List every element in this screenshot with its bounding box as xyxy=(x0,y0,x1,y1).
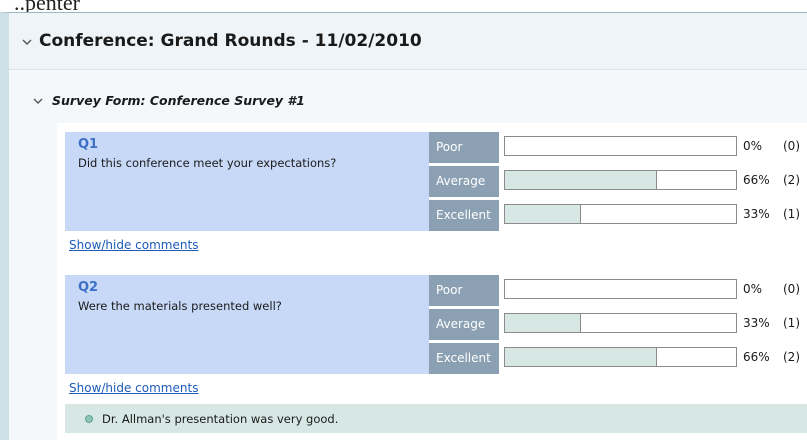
question-text: Did this conference meet your expectatio… xyxy=(78,156,337,170)
chevron-down-icon[interactable] xyxy=(32,95,44,107)
rating-percent: 66% xyxy=(743,173,770,187)
rating-row-excellent: Excellent 66% (2) xyxy=(429,343,807,374)
question-block-q2: Q2 Were the materials presented well? Po… xyxy=(65,275,807,374)
rating-count: (0) xyxy=(783,139,800,153)
question-number: Q2 xyxy=(78,280,99,295)
rating-bar xyxy=(504,313,737,333)
question-panel: Q1 Did this conference meet your expecta… xyxy=(65,132,429,231)
rating-bar xyxy=(504,136,737,156)
survey-title: Survey Form: Conference Survey #1 xyxy=(52,92,305,108)
rating-label: Average xyxy=(429,309,499,340)
conference-header[interactable]: Conference: Grand Rounds - 11/02/2010 xyxy=(9,13,807,70)
rating-percent: 0% xyxy=(743,139,763,153)
rating-row-average: Average 33% (1) xyxy=(429,309,807,340)
rating-label: Poor xyxy=(429,275,499,306)
rating-bar xyxy=(504,170,737,190)
rating-count: (0) xyxy=(783,282,800,296)
rating-label: Excellent xyxy=(429,200,499,231)
rating-bar xyxy=(504,347,737,367)
chevron-down-icon[interactable] xyxy=(21,36,33,48)
rating-label: Poor xyxy=(429,132,499,163)
rating-label: Average xyxy=(429,166,499,197)
question-block-q1: Q1 Did this conference meet your expecta… xyxy=(65,132,807,231)
comment-item: Dr. Allman's presentation was very good. xyxy=(65,404,807,433)
question-panel: Q2 Were the materials presented well? xyxy=(65,275,429,374)
rating-count: (2) xyxy=(783,350,800,364)
survey-body: Q1 Did this conference meet your expecta… xyxy=(57,123,807,440)
show-hide-comments-link-q2[interactable]: Show/hide comments xyxy=(69,381,198,395)
survey-header[interactable]: Survey Form: Conference Survey #1 xyxy=(32,86,305,114)
rating-percent: 66% xyxy=(743,350,770,364)
rating-bar-fill xyxy=(505,205,582,223)
rating-row-poor: Poor 0% (0) xyxy=(429,132,807,163)
rating-percent: 33% xyxy=(743,316,770,330)
partial-top-text: ..penter xyxy=(0,0,807,12)
conference-title: Conference: Grand Rounds - 11/02/2010 xyxy=(39,31,422,51)
show-hide-comments-link-q1[interactable]: Show/hide comments xyxy=(69,238,198,252)
rating-percent: 0% xyxy=(743,282,763,296)
question-number: Q1 xyxy=(78,137,99,152)
rating-percent: 33% xyxy=(743,207,770,221)
rating-row-excellent: Excellent 33% (1) xyxy=(429,200,807,231)
rating-count: (1) xyxy=(783,207,800,221)
rating-row-poor: Poor 0% (0) xyxy=(429,275,807,306)
rating-bar xyxy=(504,204,737,224)
question-text: Were the materials presented well? xyxy=(78,299,282,313)
rating-count: (1) xyxy=(783,316,800,330)
rating-bar xyxy=(504,279,737,299)
bullet-icon xyxy=(85,414,93,423)
rating-bar-fill xyxy=(505,171,658,189)
rating-bar-fill xyxy=(505,314,582,332)
rating-count: (2) xyxy=(783,173,800,187)
partial-top-label: ..penter xyxy=(14,0,80,12)
rating-row-average: Average 66% (2) xyxy=(429,166,807,197)
rating-label: Excellent xyxy=(429,343,499,374)
rating-bar-fill xyxy=(505,348,658,366)
comment-text: Dr. Allman's presentation was very good. xyxy=(102,411,339,426)
